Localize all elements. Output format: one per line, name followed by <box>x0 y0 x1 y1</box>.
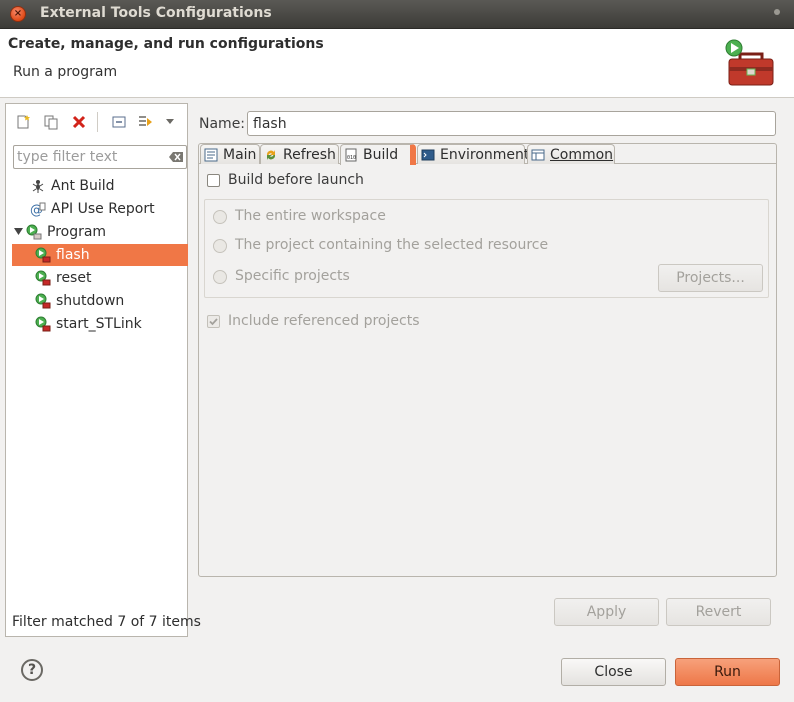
window-title: External Tools Configurations <box>40 5 272 21</box>
tree-item-label: Program <box>47 224 107 240</box>
duplicate-icon <box>44 115 58 130</box>
toolbox-icon <box>725 39 774 86</box>
name-label: Name: <box>199 116 246 132</box>
tree-item-label: shutdown <box>56 293 125 309</box>
duplicate-button[interactable] <box>41 112 61 132</box>
tree-item-label: start_STLink <box>56 316 142 332</box>
build-before-launch-label: Build before launch <box>228 172 364 188</box>
environment-tab-icon <box>421 148 435 162</box>
delete-button[interactable] <box>69 112 89 132</box>
program-launch-icon <box>35 270 51 286</box>
tree-item-label: Ant Build <box>51 178 115 194</box>
entire-workspace-radio[interactable] <box>213 210 227 224</box>
svg-text:010: 010 <box>347 155 356 161</box>
filter-icon <box>139 116 152 126</box>
view-menu-icon <box>166 119 174 124</box>
view-menu-button[interactable] <box>160 112 180 132</box>
tab-refresh[interactable]: Refresh <box>260 144 339 164</box>
tree-item-shutdown[interactable]: shutdown <box>12 290 188 312</box>
filter-input[interactable] <box>17 148 167 166</box>
close-window-button[interactable]: × <box>10 6 26 22</box>
build-before-launch-checkbox[interactable] <box>207 174 220 187</box>
tab-main[interactable]: Main <box>200 144 260 164</box>
tree-item-api-use-report[interactable]: @ API Use Report <box>12 198 188 220</box>
window-menu-icon[interactable] <box>774 9 780 15</box>
apply-button[interactable]: Apply <box>554 598 659 626</box>
revert-button[interactable]: Revert <box>666 598 771 626</box>
header-message: Run a program <box>13 64 118 80</box>
entire-workspace-label: The entire workspace <box>235 208 386 224</box>
filter-status: Filter matched 7 of 7 items <box>12 614 201 630</box>
program-launch-icon <box>35 247 51 263</box>
new-configuration-icon <box>17 115 30 129</box>
program-icon <box>26 224 42 240</box>
specific-projects-radio[interactable] <box>213 270 227 284</box>
close-button[interactable]: Close <box>561 658 666 686</box>
include-referenced-label: Include referenced projects <box>228 313 420 329</box>
toolbar-separator <box>97 112 98 132</box>
tree-item-program[interactable]: Program <box>12 221 188 243</box>
configuration-tree-panel: Ant Build @ API Use Report Program flash… <box>5 103 201 637</box>
build-tab-icon: 010 <box>344 148 358 162</box>
ant-icon <box>30 178 46 194</box>
tree-item-ant-build[interactable]: Ant Build <box>12 175 188 197</box>
header-banner: Create, manage, and run configurations R… <box>0 29 794 98</box>
title-bar: × External Tools Configurations <box>0 0 794 29</box>
tab-label: Refresh <box>283 146 336 163</box>
project-containing-resource-label: The project containing the selected reso… <box>235 237 549 253</box>
program-launch-icon <box>35 293 51 309</box>
common-tab-icon <box>531 148 545 162</box>
main-tab-icon <box>204 148 218 162</box>
tree-item-label: reset <box>56 270 92 286</box>
collapse-all-icon <box>112 116 126 128</box>
tab-common[interactable]: Common <box>527 144 615 164</box>
tab-label: Environment <box>440 146 530 163</box>
api-report-icon: @ <box>30 201 46 217</box>
checkmark-icon <box>209 318 218 326</box>
name-input[interactable] <box>247 111 776 136</box>
tab-label: Common <box>550 146 614 163</box>
filter-button[interactable] <box>136 112 156 132</box>
expand-arrow-icon[interactable] <box>14 228 26 236</box>
header-title: Create, manage, and run configurations <box>8 36 324 52</box>
tab-build[interactable]: 010 Build <box>340 144 416 165</box>
delete-icon <box>72 115 86 129</box>
project-containing-resource-radio[interactable] <box>213 239 227 253</box>
refresh-tab-icon <box>264 148 278 162</box>
projects-button[interactable]: Projects... <box>658 264 763 292</box>
include-referenced-checkbox[interactable] <box>207 315 220 328</box>
clear-filter-icon[interactable] <box>169 152 183 162</box>
program-launch-icon <box>35 316 51 332</box>
new-configuration-button[interactable] <box>13 112 33 132</box>
tab-label: Main <box>223 146 257 163</box>
tree-item-label: flash <box>56 247 90 263</box>
collapse-all-button[interactable] <box>109 112 129 132</box>
tab-label: Build <box>363 147 399 163</box>
tree-item-start-stlink[interactable]: start_STLink <box>12 313 188 335</box>
run-button[interactable]: Run <box>675 658 780 686</box>
help-icon[interactable]: ? <box>21 659 43 681</box>
tab-environment[interactable]: Environment <box>417 144 529 164</box>
tree-item-flash[interactable]: flash <box>12 244 188 266</box>
tree-item-reset[interactable]: reset <box>12 267 188 289</box>
specific-projects-label: Specific projects <box>235 268 350 284</box>
tree-item-label: API Use Report <box>51 201 155 217</box>
filter-field[interactable] <box>13 145 187 169</box>
